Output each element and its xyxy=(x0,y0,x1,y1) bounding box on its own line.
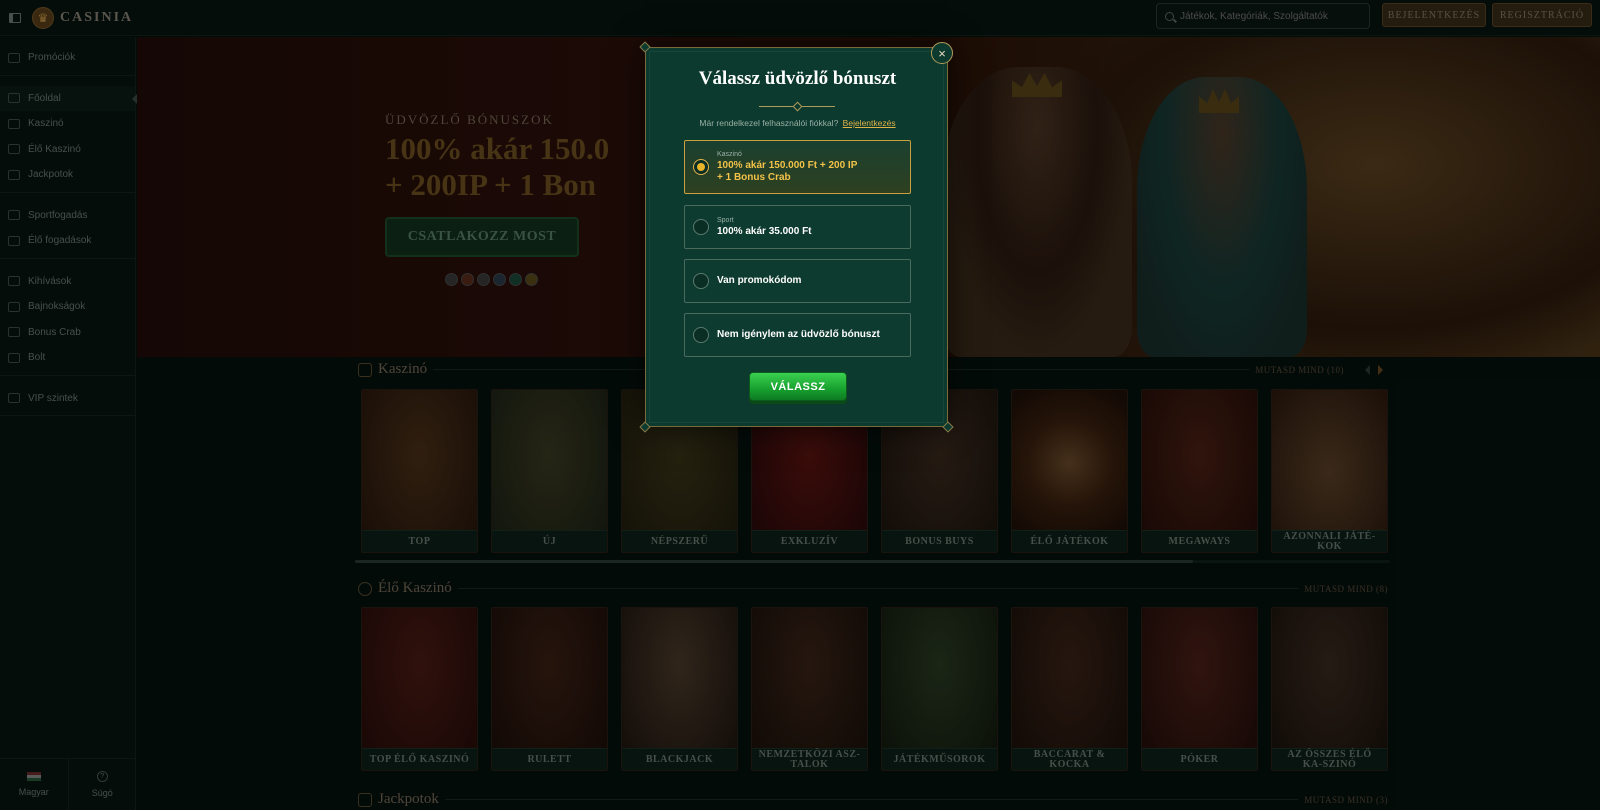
option-category: Sport xyxy=(717,216,734,224)
bonus-option-sport[interactable]: Sport 100% akár 35.000 Ft xyxy=(684,205,911,249)
welcome-bonus-modal: Válassz üdvözlő bónuszt Már rendelkezel … xyxy=(639,41,954,433)
option-category: Kaszinó xyxy=(717,150,742,158)
option-text: Van promokódom xyxy=(717,275,802,286)
close-icon[interactable]: × xyxy=(931,42,953,64)
login-link[interactable]: Bejelentkezés xyxy=(843,118,896,128)
bonus-option-none[interactable]: Nem igénylem az üdvözlő bónuszt xyxy=(684,313,911,357)
login-prompt: Már rendelkezel felhasználói fiókkal? xyxy=(699,118,839,128)
option-text: Nem igénylem az üdvözlő bónuszt xyxy=(717,329,880,340)
login-hint: Már rendelkezel felhasználói fiókkal? Be… xyxy=(646,118,949,128)
bonus-option-promo-code[interactable]: Van promokódom xyxy=(684,259,911,303)
radio-button[interactable] xyxy=(693,219,709,235)
option-text: 100% akár 150.000 Ft + 200 IP xyxy=(717,159,858,171)
radio-button[interactable] xyxy=(693,159,709,175)
radio-button[interactable] xyxy=(693,327,709,343)
option-text: + 1 Bonus Crab xyxy=(717,171,791,183)
choose-button[interactable]: VÁLASSZ xyxy=(749,372,847,401)
radio-button[interactable] xyxy=(693,273,709,289)
title-ornament xyxy=(759,103,835,109)
modal-title: Válassz üdvözlő bónuszt xyxy=(698,68,897,89)
bonus-option-casino[interactable]: Kaszinó 100% akár 150.000 Ft + 200 IP + … xyxy=(684,140,911,194)
option-text: 100% akár 35.000 Ft xyxy=(717,225,812,237)
